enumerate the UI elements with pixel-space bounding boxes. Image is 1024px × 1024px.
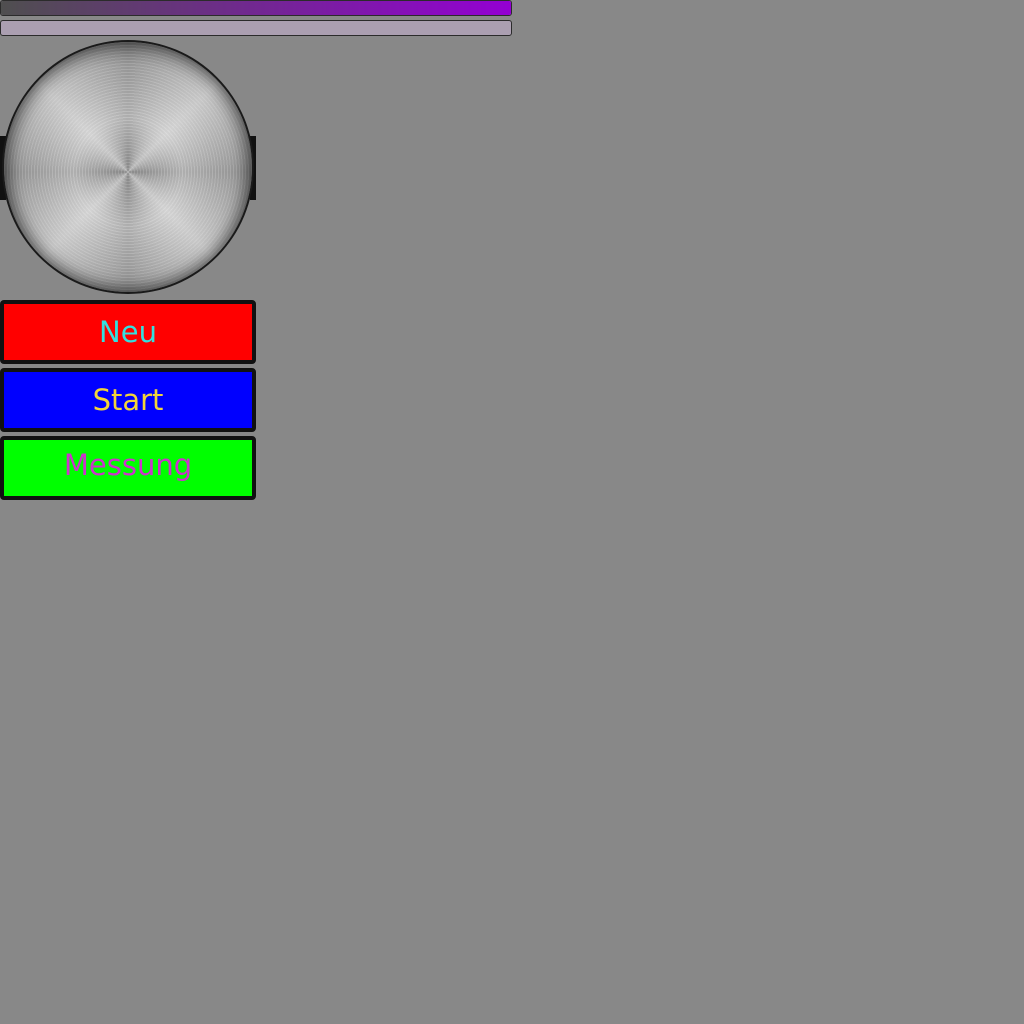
progress-bar-top-fill [1,1,511,15]
brushed-metal-dial-icon[interactable] [2,40,254,294]
app-window: Neu Start Messung [0,0,1024,1024]
neu-button-label: Neu [99,315,157,349]
progress-bar-top [0,0,512,16]
messung-button[interactable]: Messung [0,436,256,500]
messung-button-label: Messung [63,448,193,482]
neu-button[interactable]: Neu [0,300,256,364]
start-button-label: Start [92,383,164,417]
start-button[interactable]: Start [0,368,256,432]
progress-bar-bottom [0,20,512,36]
dial-control[interactable] [0,40,256,296]
